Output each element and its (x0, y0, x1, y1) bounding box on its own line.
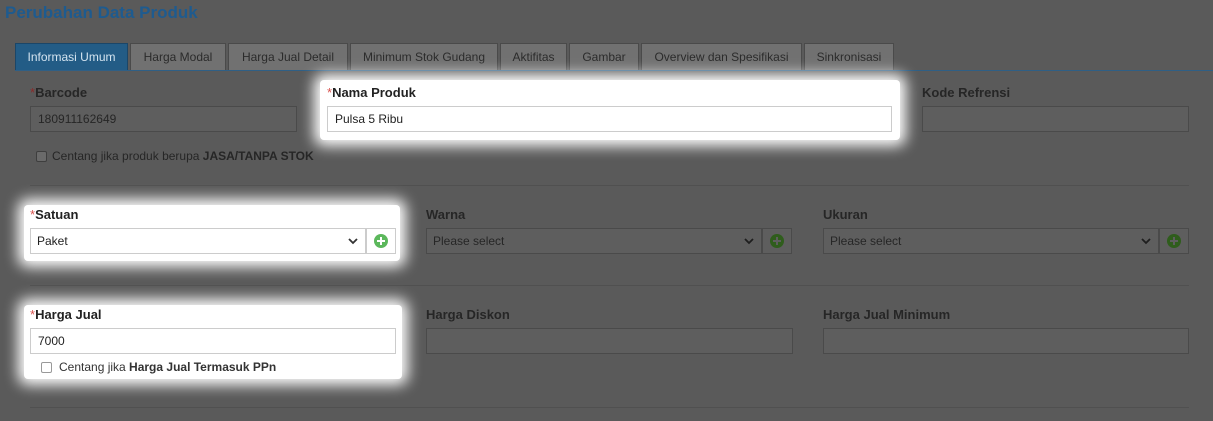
ppn-checkbox-label: Centang jika Harga Jual Termasuk PPn (59, 360, 277, 374)
nama-produk-input[interactable]: Pulsa 5 Ribu (327, 106, 892, 132)
add-ukuran-button[interactable] (1159, 228, 1189, 254)
jasa-checkbox-label: Centang jika produk berupa JASA/TANPA ST… (52, 149, 314, 163)
barcode-input[interactable]: 180911162649 (30, 106, 297, 132)
harga-jual-minimum-label: Harga Jual Minimum (823, 307, 951, 322)
plus-circle-icon (770, 234, 784, 248)
tab-harga-modal[interactable]: Harga Modal (130, 43, 226, 70)
warna-label: Warna (426, 207, 466, 222)
section-divider (30, 407, 1189, 408)
harga-jual-input[interactable]: 7000 (30, 328, 396, 354)
harga-diskon-label: Harga Diskon (426, 307, 510, 322)
chevron-down-icon (744, 238, 754, 245)
page-title: Perubahan Data Produk (5, 3, 198, 22)
tab-gambar[interactable]: Gambar (569, 43, 639, 70)
tab-underline (15, 70, 1213, 71)
highlight-satuan: *Satuan Paket (24, 205, 400, 261)
highlight-nama-produk: *Nama Produk Pulsa 5 Ribu (320, 80, 900, 140)
chevron-down-icon (1141, 238, 1151, 245)
section-divider (30, 185, 1189, 186)
barcode-label: *Barcode (30, 85, 88, 100)
kode-refrensi-label: Kode Refrensi (922, 85, 1011, 100)
tab-overview-dan-spesifikasi[interactable]: Overview dan Spesifikasi (641, 43, 802, 70)
harga-jual-minimum-input[interactable] (823, 328, 1189, 354)
section-divider (30, 285, 1189, 286)
plus-circle-icon (1167, 234, 1181, 248)
highlight-harga-jual: *Harga Jual 7000 Centang jika Harga Jual… (24, 305, 402, 379)
nama-produk-label: *Nama Produk (327, 85, 416, 100)
ppn-checkbox[interactable] (41, 362, 52, 373)
chevron-down-icon (348, 238, 358, 245)
satuan-select[interactable]: Paket (30, 228, 366, 254)
tab-sinkronisasi[interactable]: Sinkronisasi (804, 43, 894, 70)
tab-minimum-stok-gudang[interactable]: Minimum Stok Gudang (350, 43, 498, 70)
jasa-checkbox[interactable] (36, 151, 47, 162)
ukuran-label: Ukuran (823, 207, 868, 222)
harga-diskon-input[interactable] (426, 328, 793, 354)
satuan-label: *Satuan (30, 207, 79, 222)
kode-refrensi-input[interactable] (922, 106, 1189, 132)
plus-circle-icon (374, 234, 388, 248)
ukuran-select[interactable]: Please select (823, 228, 1159, 254)
add-satuan-button[interactable] (366, 228, 396, 254)
tab-aktifitas[interactable]: Aktifitas (500, 43, 567, 70)
warna-select[interactable]: Please select (426, 228, 762, 254)
tab-informasi-umum[interactable]: Informasi Umum (15, 43, 128, 70)
add-warna-button[interactable] (762, 228, 792, 254)
harga-jual-label: *Harga Jual (30, 307, 102, 322)
tab-harga-jual-detail[interactable]: Harga Jual Detail (228, 43, 348, 70)
